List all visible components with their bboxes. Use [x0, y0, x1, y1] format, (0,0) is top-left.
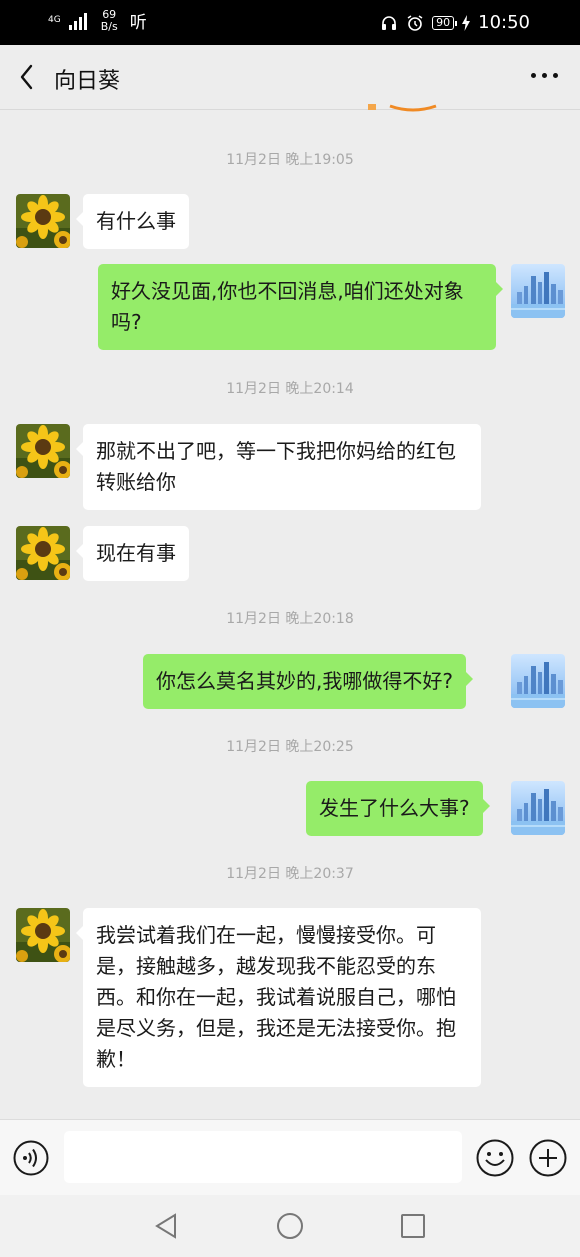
timestamp: 11月2日 晚上20:14: [226, 381, 354, 397]
sunflower-image: [16, 424, 70, 478]
headphones-icon: [382, 15, 397, 30]
user-avatar[interactable]: [511, 781, 565, 835]
network-type: 4G: [48, 15, 61, 25]
incoming-message[interactable]: 现在有事: [76, 526, 189, 581]
contact-avatar[interactable]: [16, 908, 70, 962]
battery-indicator: 90: [432, 15, 458, 30]
incoming-message[interactable]: 有什么事: [76, 194, 189, 249]
partial-image-edge: [368, 104, 437, 112]
sunflower-image: [16, 194, 70, 248]
sunflower-image: [16, 908, 70, 962]
incoming-message[interactable]: 我尝试着我们在一起，慢慢接受你。可是，接触越多，越发现我不能忍受的东西。和你在一…: [76, 908, 481, 1087]
timestamp: 11月2日 晚上20:18: [226, 611, 354, 627]
city-skyline-image: [511, 781, 565, 835]
more-options-icon[interactable]: [531, 73, 558, 78]
timestamp: 11月2日 晚上19:05: [226, 152, 354, 168]
outgoing-message[interactable]: 发生了什么大事?: [306, 781, 490, 836]
input-bar: [0, 1119, 580, 1196]
net-speed: 69 B/s: [100, 7, 118, 33]
back-icon[interactable]: [18, 63, 36, 91]
incoming-message[interactable]: 那就不出了吧，等一下我把你妈给的红包转账给你: [76, 424, 481, 510]
contact-avatar[interactable]: [16, 526, 70, 580]
emoji-icon[interactable]: [476, 1139, 514, 1177]
signal-icon: [68, 12, 87, 30]
chat-header: 向日葵: [0, 45, 580, 112]
status-bar: 4G 69 B/s 听 90 10:50: [0, 0, 580, 45]
nav-recents-icon[interactable]: [399, 1212, 427, 1240]
nav-home-icon[interactable]: [276, 1212, 304, 1240]
net-speed-value: 69: [102, 7, 117, 21]
city-skyline-image: [511, 264, 565, 318]
system-navigation-bar: [0, 1195, 580, 1257]
contact-avatar[interactable]: [16, 424, 70, 478]
plus-icon[interactable]: [529, 1139, 567, 1177]
contact-avatar[interactable]: [16, 194, 70, 248]
voice-icon[interactable]: [13, 1140, 49, 1176]
user-avatar[interactable]: [511, 264, 565, 318]
timestamp: 11月2日 晚上20:37: [226, 866, 354, 882]
alarm-icon: [407, 14, 423, 31]
message-input[interactable]: [64, 1131, 462, 1183]
hd-listen-label: 听: [129, 13, 147, 33]
city-skyline-image: [511, 654, 565, 708]
outgoing-message[interactable]: 好久没见面,你也不回消息,咱们还处对象吗?: [98, 264, 503, 350]
net-speed-unit: B/s: [100, 19, 118, 33]
nav-back-icon[interactable]: [152, 1212, 180, 1240]
clock: 10:50: [478, 12, 530, 33]
sunflower-image: [16, 526, 70, 580]
user-avatar[interactable]: [511, 654, 565, 708]
charging-icon: [462, 14, 471, 31]
outgoing-message[interactable]: 你怎么莫名其妙的,我哪做得不好?: [143, 654, 473, 709]
timestamp: 11月2日 晚上20:25: [226, 739, 354, 755]
chat-title: 向日葵: [54, 69, 121, 94]
